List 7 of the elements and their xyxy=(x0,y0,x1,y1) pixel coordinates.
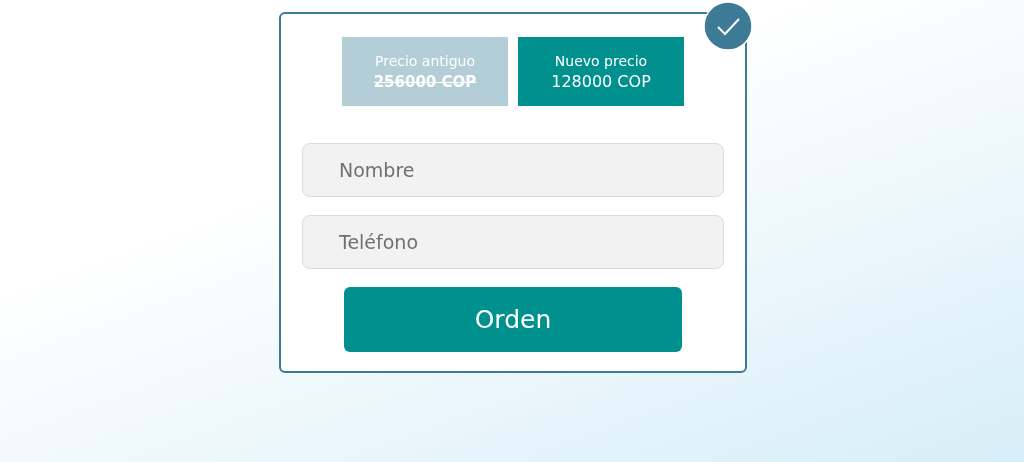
order-button[interactable]: Orden xyxy=(344,287,682,352)
price-amount: 256000 COP xyxy=(373,71,477,93)
input-field[interactable]: Nombre xyxy=(302,143,724,197)
price-amount: 128000 COP xyxy=(551,70,651,93)
price-label: Precio antiguo xyxy=(375,51,475,71)
input-field[interactable]: Teléfono xyxy=(302,215,724,269)
price-label: Nuevo precio xyxy=(554,51,648,71)
